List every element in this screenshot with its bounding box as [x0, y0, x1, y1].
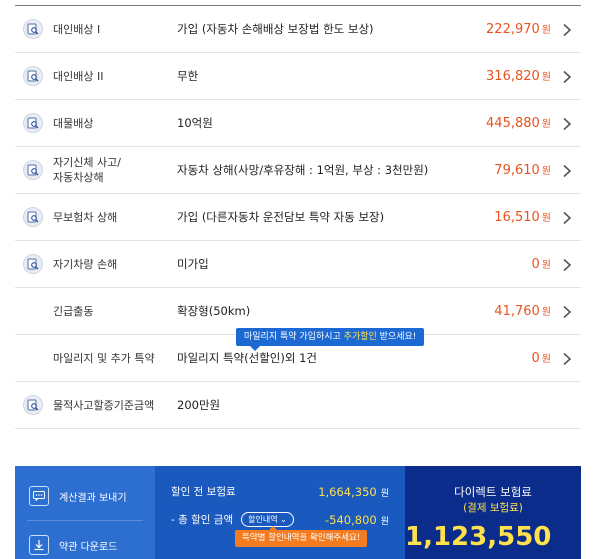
send-result-label: 계산결과 보내기	[59, 492, 127, 504]
chevron-right-icon[interactable]	[561, 304, 573, 319]
coverage-price: 445,880 원	[486, 115, 551, 131]
mileage-tooltip-text-end: 받으세요!	[376, 332, 417, 342]
before-discount-value: 1,664,350	[318, 484, 377, 499]
premium-summary-bar: 계산결과 보내기 약관 다운로드 할인 전 보험료 1,664,350 원 - 총…	[15, 466, 581, 559]
coverage-value: 200만원	[177, 398, 221, 412]
coverage-label: 물적사고할증기준금액	[53, 398, 155, 412]
direct-premium-panel: 다이렉트 보험료 (결제 보험료) 1,123,550원	[405, 466, 581, 559]
coverage-label: 대인배상 II	[53, 69, 104, 83]
total-discount-row: - 총 할인 금액 할인내역 ⌄ -540,800 원	[171, 512, 389, 527]
search-doc-icon[interactable]	[23, 254, 43, 274]
search-doc-icon[interactable]	[23, 19, 43, 39]
coverage-label: 대인배상 I	[53, 22, 101, 36]
download-terms-label: 약관 다운로드	[59, 541, 118, 553]
mileage-tooltip-text: 마일리지 특약 가입하시고	[244, 332, 344, 342]
chevron-right-icon[interactable]	[561, 22, 573, 37]
coverage-price: 16,510 원	[494, 209, 551, 225]
coverage-label: 자기차량 손해	[53, 257, 118, 271]
before-discount-amount: 1,664,350 원	[318, 485, 389, 499]
won-unit: 원	[541, 213, 551, 224]
won-unit: 원	[541, 119, 551, 130]
direct-premium-amount: 1,123,550원	[405, 522, 567, 559]
chat-bubble-icon	[29, 486, 49, 506]
search-doc-icon[interactable]	[23, 207, 43, 227]
search-doc-icon[interactable]	[23, 395, 43, 415]
coverage-price-value: 0	[531, 351, 540, 366]
mileage-tooltip-highlight: 추가할인	[343, 332, 377, 342]
coverage-row[interactable]: 대인배상 I 가입 (자동차 손해배상 보장법 한도 보상) 222,970 원	[15, 6, 581, 53]
won-unit: 원	[541, 260, 551, 271]
coverage-price-value: 16,510	[494, 210, 540, 225]
won-unit: 원	[541, 307, 551, 318]
coverage-price-value: 41,760	[494, 304, 540, 319]
chevron-down-icon: ⌄	[280, 515, 287, 524]
total-discount-label: - 총 할인 금액	[171, 514, 234, 526]
chevron-right-icon[interactable]	[561, 116, 573, 131]
coverage-value: 가입 (자동차 손해배상 보장법 한도 보상)	[177, 22, 374, 36]
coverage-row[interactable]: 대물배상 10억원 445,880 원	[15, 100, 581, 147]
before-discount-label: 할인 전 보험료	[171, 486, 236, 498]
coverage-value: 가입 (다른자동차 운전담보 특약 자동 보장)	[177, 210, 385, 224]
direct-premium-subtitle: (결제 보험료)	[463, 502, 523, 514]
coverage-value: 10억원	[177, 116, 213, 130]
coverage-label: 무보험차 상해	[53, 210, 118, 224]
chevron-right-icon[interactable]	[561, 351, 573, 366]
chevron-right-icon[interactable]	[561, 210, 573, 225]
coverage-price: 0원	[532, 256, 551, 272]
coverage-value: 무한	[177, 69, 199, 83]
won-unit: 원	[541, 166, 551, 177]
search-doc-icon[interactable]	[23, 113, 43, 133]
mileage-tooltip: 마일리지 특약 가입하시고 추가할인 받으세요!	[236, 328, 425, 351]
discount-tooltip: 특약별 할인내역을 확인해주세요!	[235, 526, 368, 547]
coverage-price: 316,820 원	[486, 68, 551, 84]
coverage-price-value: 222,970	[486, 22, 540, 37]
coverage-value: 확장형(50km)	[177, 304, 251, 318]
before-discount-row: 할인 전 보험료 1,664,350 원	[171, 484, 389, 499]
discount-panel: 할인 전 보험료 1,664,350 원 - 총 할인 금액 할인내역 ⌄ -54…	[155, 466, 405, 559]
coverage-label: 대물배상	[53, 116, 94, 130]
side-actions-panel: 계산결과 보내기 약관 다운로드	[15, 466, 155, 559]
coverage-label: 자기신체 사고/ 자동차상해	[53, 156, 121, 184]
coverage-table: 대인배상 I 가입 (자동차 손해배상 보장법 한도 보상) 222,970 원 대인배…	[15, 5, 581, 429]
search-doc-icon[interactable]	[23, 66, 43, 86]
won-unit: 원	[541, 72, 551, 83]
won-unit: 원	[380, 516, 389, 527]
coverage-price: 79,610 원	[494, 162, 551, 178]
send-result-button[interactable]: 계산결과 보내기	[29, 486, 127, 506]
discount-detail-button[interactable]: 할인내역 ⌄	[241, 512, 294, 527]
coverage-value: 자동차 상해(사망/후유장해 : 1억원, 부상 : 3천만원)	[177, 163, 429, 177]
chevron-right-icon[interactable]	[561, 69, 573, 84]
coverage-label: 마일리지 및 추가 특약	[53, 351, 155, 365]
coverage-price: 0원	[532, 350, 551, 366]
won-unit: 원	[380, 488, 389, 499]
chevron-right-icon[interactable]	[561, 257, 573, 272]
coverage-row[interactable]: 무보험차 상해 가입 (다른자동차 운전담보 특약 자동 보장) 16,510 원	[15, 194, 581, 241]
total-discount-value: -540,800	[325, 512, 377, 527]
coverage-price-value: 316,820	[486, 69, 540, 84]
download-terms-button[interactable]: 약관 다운로드	[29, 535, 117, 555]
coverage-price-value: 445,880	[486, 116, 540, 131]
won-unit: 원	[541, 354, 551, 365]
coverage-price: 41,760 원	[494, 303, 551, 319]
direct-premium-title: 다이렉트 보험료	[454, 485, 532, 499]
won-unit: 원	[541, 25, 551, 36]
search-doc-icon[interactable]	[23, 160, 43, 180]
discount-detail-label: 할인내역	[248, 515, 278, 524]
coverage-price-value: 0	[531, 257, 540, 272]
coverage-price-value: 79,610	[494, 163, 540, 178]
coverage-price: 222,970 원	[486, 21, 551, 37]
coverage-row[interactable]: 자기차량 손해 미가입 0 원	[15, 241, 581, 288]
side-divider	[27, 520, 143, 521]
direct-premium-value: 1,123,550	[405, 522, 552, 552]
coverage-label: 긴급출동	[53, 304, 94, 318]
coverage-value: 마일리지 특약(선할인)외 1건	[177, 351, 317, 365]
coverage-row: 물적사고할증기준금액 200만원	[15, 382, 581, 429]
coverage-value: 미가입	[177, 257, 209, 271]
coverage-row[interactable]: 자기신체 사고/ 자동차상해 자동차 상해(사망/후유장해 : 1억원, 부상 :…	[15, 147, 581, 194]
coverage-row[interactable]: 대인배상 II 무한 316,820 원	[15, 53, 581, 100]
total-discount-amount: -540,800 원	[325, 513, 389, 527]
download-icon	[29, 535, 49, 555]
chevron-right-icon[interactable]	[561, 163, 573, 178]
